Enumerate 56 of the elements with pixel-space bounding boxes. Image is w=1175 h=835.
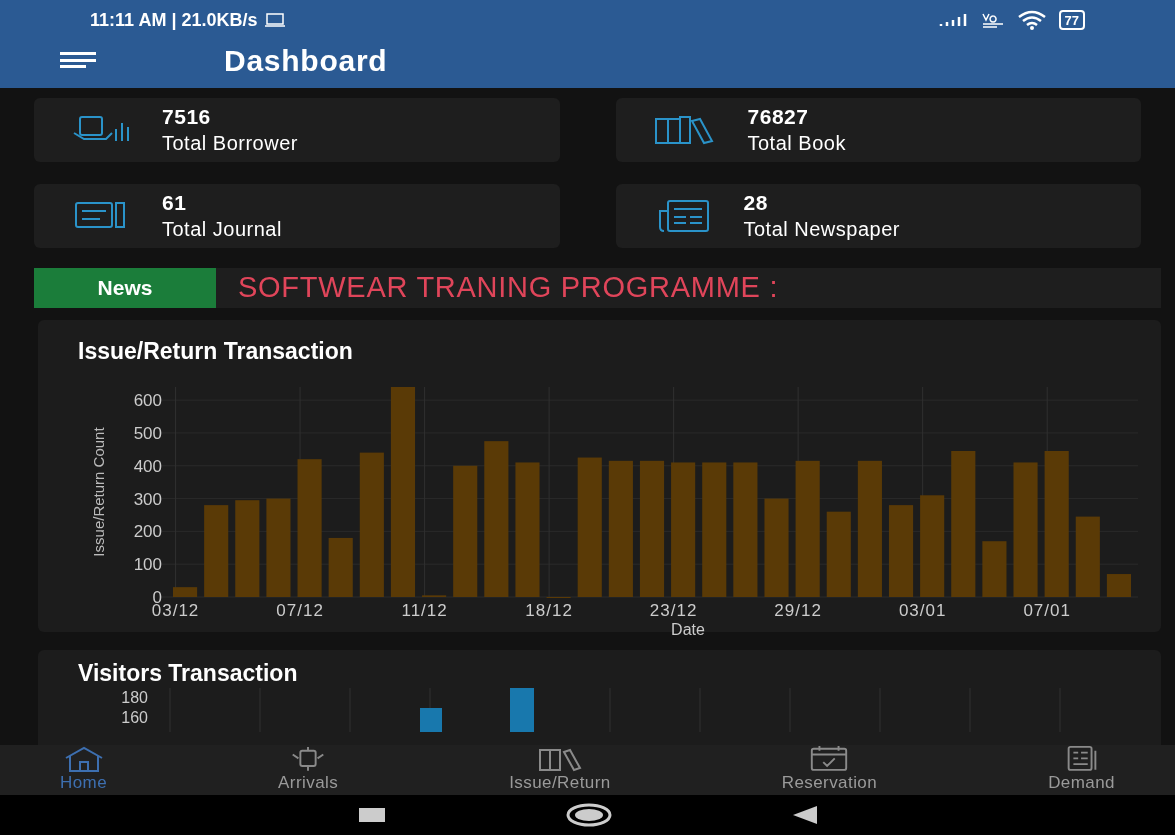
y-tick-label: 500: [133, 423, 162, 443]
menu-icon[interactable]: [60, 50, 96, 70]
bar: [328, 537, 353, 597]
bar: [173, 586, 198, 597]
y-tick-label: 160: [121, 708, 148, 728]
stat-card[interactable]: 76827 Total Book: [615, 98, 1141, 162]
x-tick-label: 07/12: [276, 600, 324, 620]
nav-tab[interactable]: Arrivals: [278, 745, 339, 795]
bar: [982, 540, 1007, 597]
stat-value: 76827: [747, 104, 810, 131]
chart-title: Issue/Return Transaction: [78, 337, 354, 366]
stat-card[interactable]: 7516 Total Borrower: [34, 98, 560, 162]
vowifi-icon: [980, 11, 1005, 29]
x-tick-label: 07/01: [1023, 600, 1071, 620]
home-icon[interactable]: [564, 803, 613, 827]
y-tick-label: 600: [133, 390, 162, 410]
stat-label: Total Journal: [162, 216, 282, 242]
nav-tab[interactable]: Reservation: [781, 745, 878, 795]
stat-label: Total Newspaper: [743, 216, 900, 242]
news-label: News: [34, 268, 216, 308]
signal-icon: [938, 13, 969, 27]
stat-label: Total Borrower: [162, 130, 298, 156]
chart-title: Visitors Transaction: [78, 660, 299, 686]
stat-card[interactable]: 61 Total Journal: [34, 184, 560, 248]
x-tick-label: 03/01: [898, 600, 947, 620]
x-tick-label: 23/12: [649, 600, 698, 620]
screen-icon: [265, 13, 286, 27]
x-axis-label: Date: [671, 620, 705, 635]
y-tick-label: 300: [133, 489, 162, 509]
stat-value: 7516: [162, 104, 212, 131]
bar: [422, 594, 447, 597]
nav-tab[interactable]: Home: [60, 745, 108, 795]
home-icon: [63, 745, 104, 772]
stat-label: Total Book: [747, 130, 846, 156]
battery-indicator: 77: [1058, 10, 1085, 30]
y-tick-label: 200: [133, 521, 162, 541]
stat-card[interactable]: 28 Total Newspaper: [615, 184, 1141, 248]
y-tick-label: 180: [121, 688, 148, 708]
stat-value: 61: [162, 190, 188, 217]
page-title: Dashboard: [224, 42, 388, 79]
books-icon: [653, 113, 716, 147]
x-tick-label: 11/12: [401, 600, 448, 620]
nav-tab[interactable]: Demand: [1048, 745, 1115, 795]
wifi-icon: [1016, 10, 1047, 30]
status-time: 11:11 AM | 21.0KB/s: [90, 8, 258, 32]
news-text: SOFTWEAR TRANING PROGRAMME :: [237, 270, 779, 306]
back-icon[interactable]: [792, 806, 817, 824]
x-tick-label: 18/12: [525, 600, 573, 620]
nav-tab[interactable]: Issue/Return: [509, 745, 611, 795]
x-tick-label: 29/12: [774, 600, 822, 620]
stat-value: 28: [743, 190, 769, 217]
y-axis-label: Issue/Return Count: [90, 426, 107, 557]
y-tick-label: 400: [133, 456, 162, 476]
bar: [1106, 573, 1131, 597]
y-tick-label: 100: [133, 554, 162, 574]
recents-icon[interactable]: [358, 808, 385, 822]
